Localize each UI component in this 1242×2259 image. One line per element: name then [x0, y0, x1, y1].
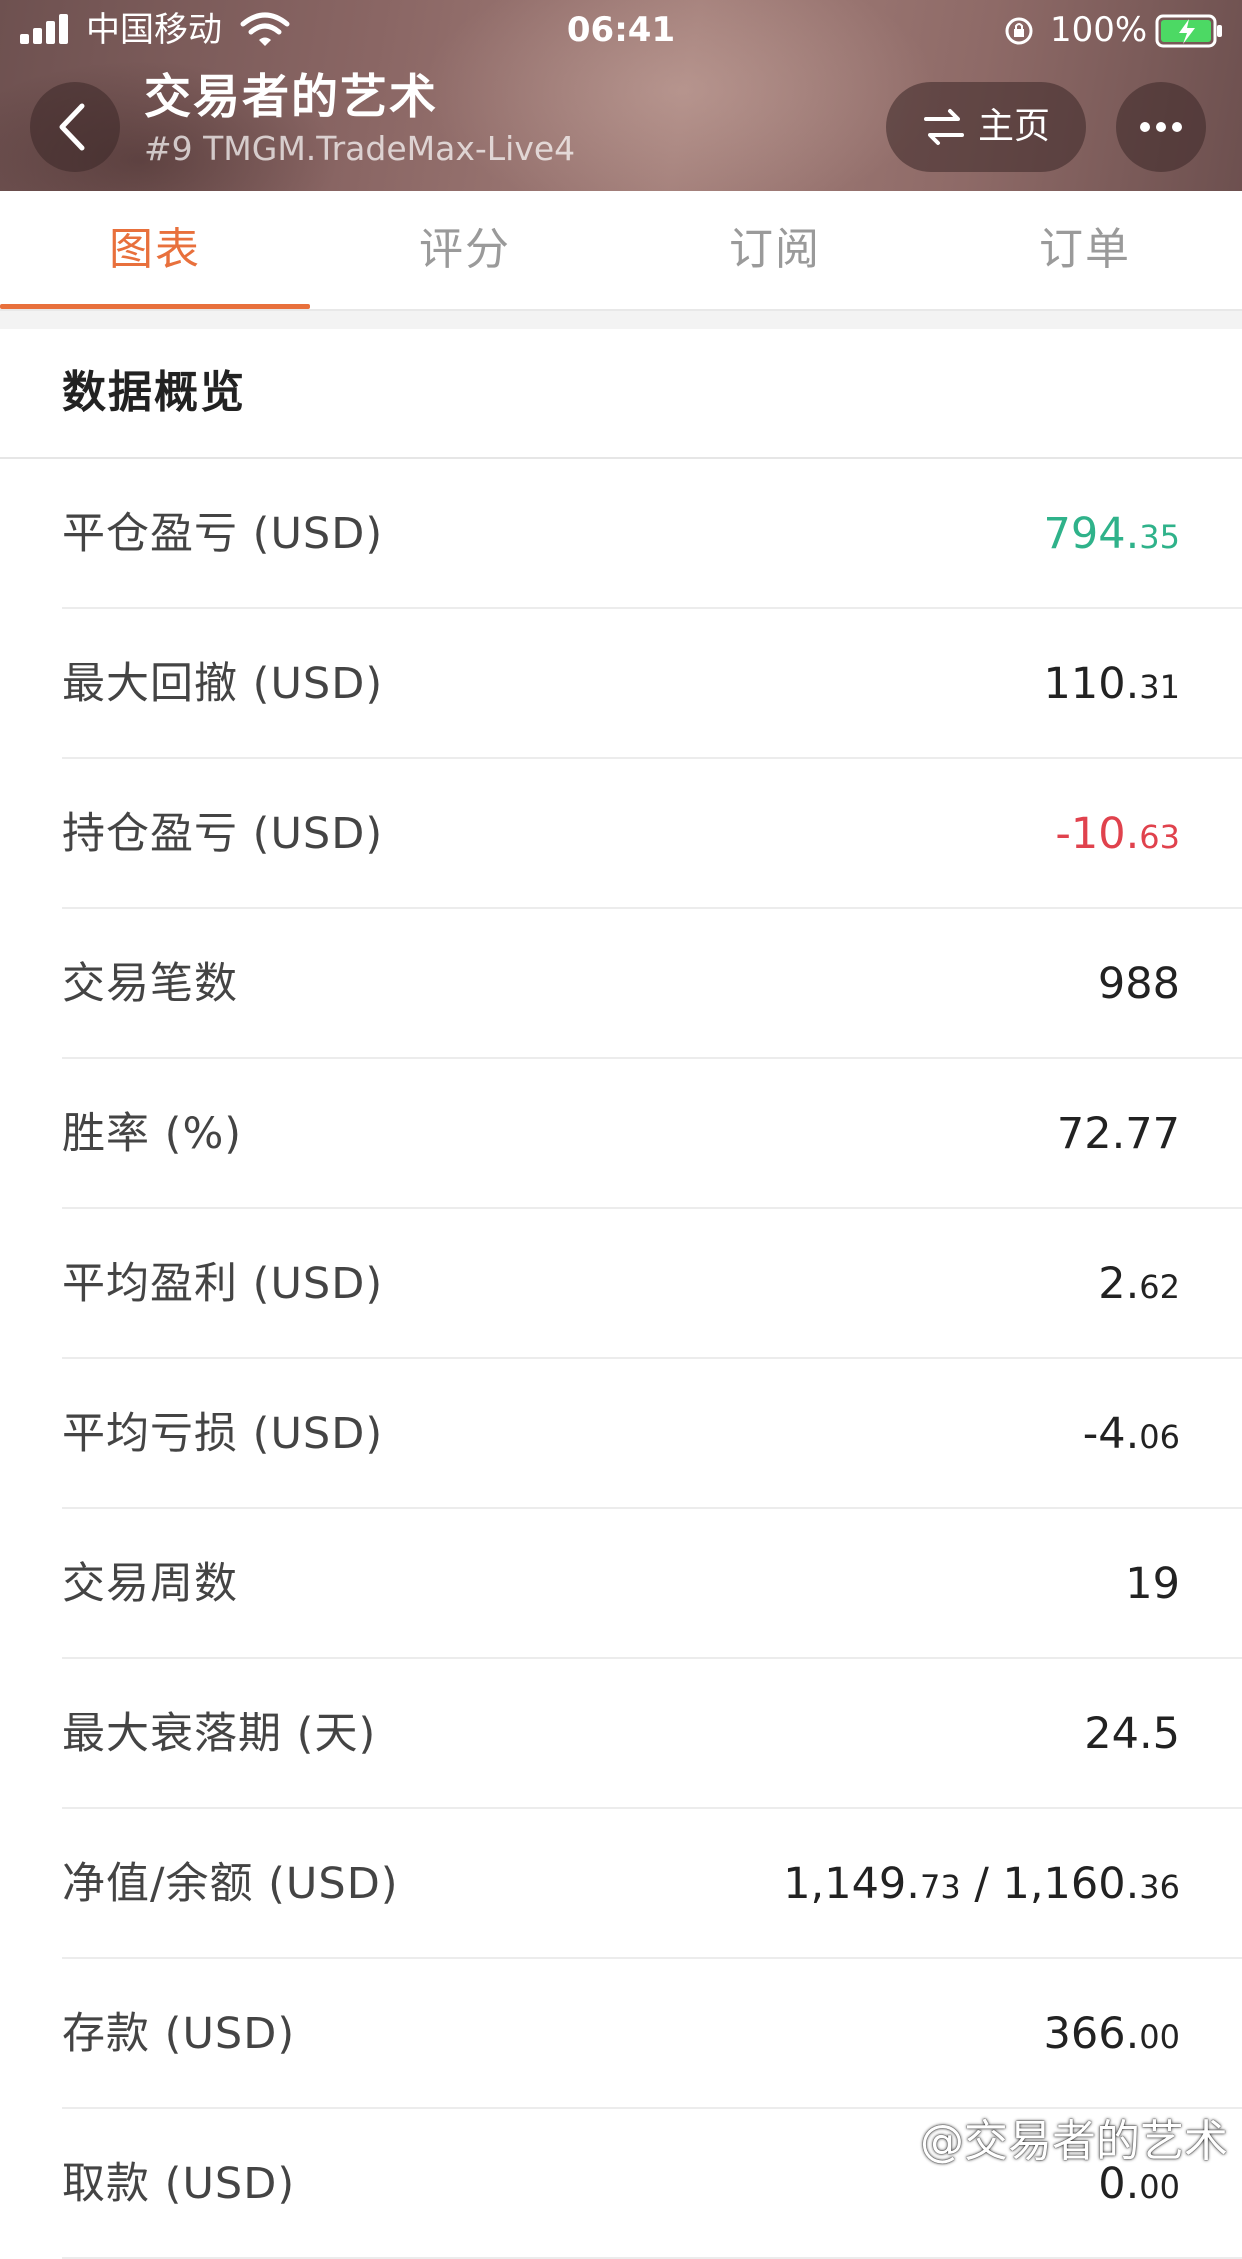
swap-icon — [924, 109, 964, 145]
section-header: 数据概览 — [0, 329, 1242, 459]
status-bar: 中国移动 06:41 100% — [0, 0, 1242, 62]
stat-label: 胜率 (%) — [62, 1109, 243, 1159]
stat-value: 988 — [1097, 959, 1180, 1009]
battery-charging-icon — [1155, 14, 1222, 48]
stat-value: -10.63 — [1055, 809, 1180, 859]
stat-value: 110.31 — [1043, 659, 1180, 709]
active-tab-indicator — [0, 304, 310, 309]
stat-row-avg-loss: 平均亏损 (USD) -4.06 — [0, 1359, 1242, 1509]
rotation-lock-icon — [1005, 17, 1033, 45]
tab-orders[interactable]: 订单 — [930, 191, 1240, 309]
stats-list: 平仓盈亏 (USD) 794.35 最大回撤 (USD) 110.31 持仓盈亏… — [0, 459, 1242, 2259]
stat-value: 24.5 — [1084, 1709, 1180, 1759]
stat-label: 交易笔数 — [62, 959, 238, 1009]
stat-row-deposits: 存款 (USD) 366.00 — [0, 1959, 1242, 2109]
stat-label: 取款 (USD) — [62, 2159, 296, 2209]
stat-label: 平均亏损 (USD) — [62, 1409, 384, 1459]
stat-row-avg-profit: 平均盈利 (USD) 2.62 — [0, 1209, 1242, 1359]
stat-label: 持仓盈亏 (USD) — [62, 809, 384, 859]
account-subtitle: #9 TMGM.TradeMax-Live4 — [144, 129, 576, 168]
stat-row-win-rate: 胜率 (%) 72.77 — [0, 1059, 1242, 1209]
tab-bar: 图表 评分 订阅 订单 — [0, 191, 1242, 311]
tab-chart[interactable]: 图表 — [0, 191, 310, 309]
stat-row-max-drawdown: 最大回撤 (USD) 110.31 — [0, 609, 1242, 759]
home-button[interactable]: 主页 — [886, 82, 1086, 172]
stat-value: 366.00 — [1043, 2009, 1180, 2059]
stat-label: 平仓盈亏 (USD) — [62, 509, 384, 559]
home-button-label: 主页 — [978, 106, 1051, 147]
stat-value: 72.77 — [1056, 1109, 1180, 1159]
stat-row-floating-pnl: 持仓盈亏 (USD) -10.63 — [0, 759, 1242, 909]
back-button[interactable] — [30, 82, 120, 172]
stat-value: 1,149.73 / 1,160.36 — [783, 1859, 1180, 1909]
section-title: 数据概览 — [62, 367, 246, 418]
stat-row-trading-weeks: 交易周数 19 — [0, 1509, 1242, 1659]
stat-label: 最大衰落期 (天) — [62, 1709, 377, 1759]
stat-label: 存款 (USD) — [62, 2009, 296, 2059]
stat-row-equity-balance: 净值/余额 (USD) 1,149.73 / 1,160.36 — [0, 1809, 1242, 1959]
stat-label: 交易周数 — [62, 1559, 238, 1609]
more-button[interactable] — [1116, 82, 1206, 172]
stat-value: 19 — [1125, 1559, 1180, 1609]
stat-row-trade-count: 交易笔数 988 — [0, 909, 1242, 1059]
stat-row-closed-pnl: 平仓盈亏 (USD) 794.35 — [0, 459, 1242, 609]
back-icon — [59, 103, 85, 151]
tab-subscribe[interactable]: 订阅 — [620, 191, 930, 309]
stat-label: 最大回撤 (USD) — [62, 659, 384, 709]
battery-percent: 100% — [1050, 10, 1148, 50]
page-title: 交易者的艺术 — [144, 70, 438, 125]
tab-rating[interactable]: 评分 — [310, 191, 620, 309]
section-divider — [0, 311, 1242, 329]
stat-value: -4.06 — [1082, 1409, 1180, 1459]
stat-row-max-decline-period: 最大衰落期 (天) 24.5 — [0, 1659, 1242, 1809]
more-icon — [1140, 122, 1182, 132]
app-header: 中国移动 06:41 100% 交易者的艺术 #9 TMGM.TradeMax-… — [0, 0, 1242, 191]
stat-label: 平均盈利 (USD) — [62, 1259, 384, 1309]
watermark: @交易者的艺术 — [920, 2116, 1228, 2167]
stat-value: 794.35 — [1043, 509, 1180, 559]
stat-label: 净值/余额 (USD) — [62, 1859, 399, 1909]
stat-value: 2.62 — [1098, 1259, 1180, 1309]
